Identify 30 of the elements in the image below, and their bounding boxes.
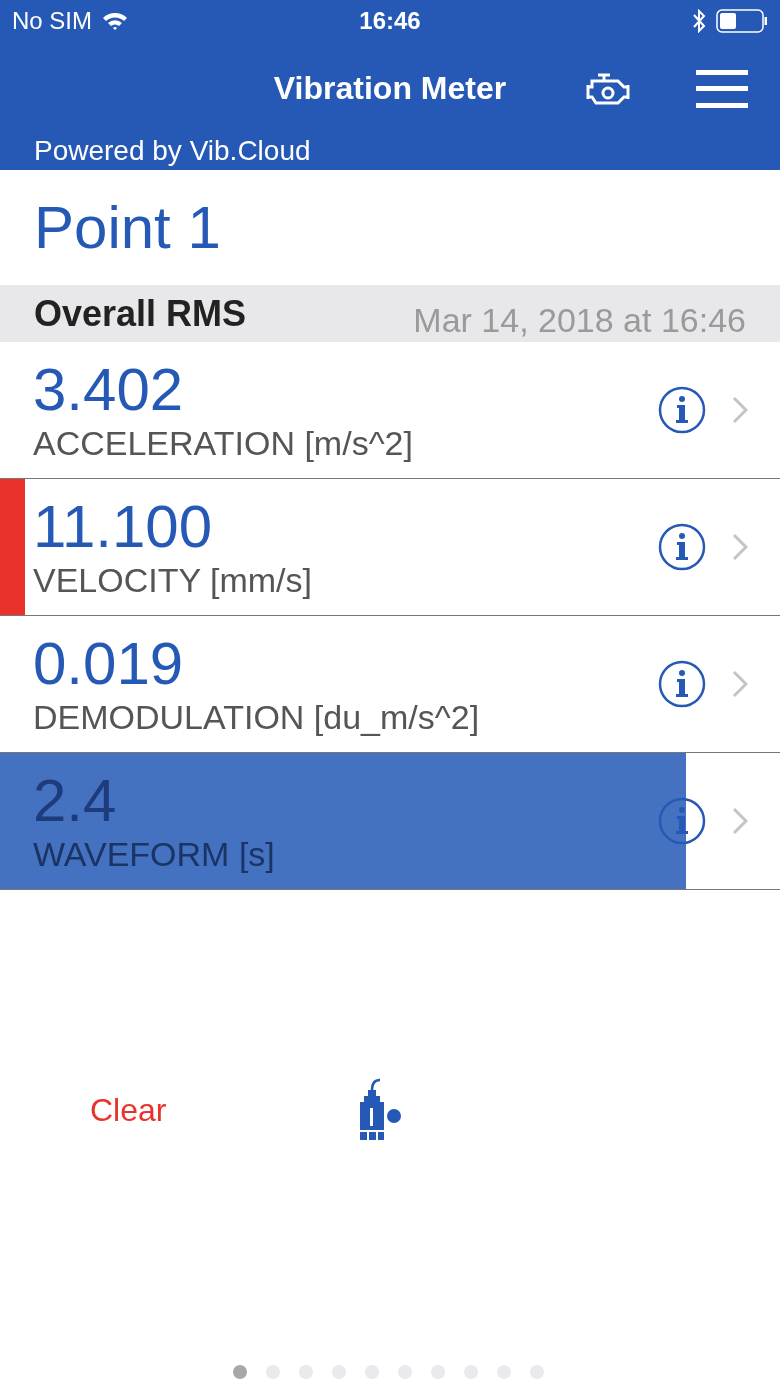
chevron-icon: [732, 807, 748, 835]
page-indicator-dot[interactable]: [233, 1365, 247, 1379]
measurement-label: DEMODULATION [du_m/s^2]: [33, 697, 480, 737]
measurement-row[interactable]: 3.402 ACCELERATION [m/s^2]: [0, 342, 780, 479]
info-icon[interactable]: [658, 660, 706, 708]
measurement-row[interactable]: 11.100 VELOCITY [mm/s]: [0, 479, 780, 616]
measurement-label: ACCELERATION [m/s^2]: [33, 423, 413, 463]
powered-by-label: Powered by Vib.Cloud: [34, 135, 311, 166]
info-icon[interactable]: [658, 386, 706, 434]
measurement-value: 2.4: [33, 768, 118, 834]
clear-button[interactable]: Clear: [90, 1091, 167, 1129]
measurement-value: 0.019: [33, 631, 185, 697]
section-title: Overall RMS: [34, 292, 247, 335]
chevron-icon: [732, 396, 748, 424]
chevron-icon: [732, 533, 748, 561]
info-icon[interactable]: [658, 523, 706, 571]
measurement-label: WAVEFORM [s]: [33, 834, 275, 874]
measurement-value: 11.100: [33, 494, 214, 560]
clock: 16:46: [359, 7, 421, 34]
chevron-icon: [732, 670, 748, 698]
battery-icon: [716, 8, 768, 34]
measurement-label: VELOCITY [mm/s]: [33, 560, 312, 600]
menu-icon[interactable]: [696, 69, 748, 108]
bluetooth-icon: [692, 9, 706, 33]
measurement-value: 3.402: [33, 357, 185, 423]
wifi-icon: [102, 11, 128, 31]
carrier-label: No SIM: [12, 7, 92, 35]
nav-title: Vibration Meter: [273, 70, 507, 106]
timestamp: Mar 14, 2018 at 16:46: [413, 301, 746, 340]
point-title: Point 1: [34, 193, 221, 262]
